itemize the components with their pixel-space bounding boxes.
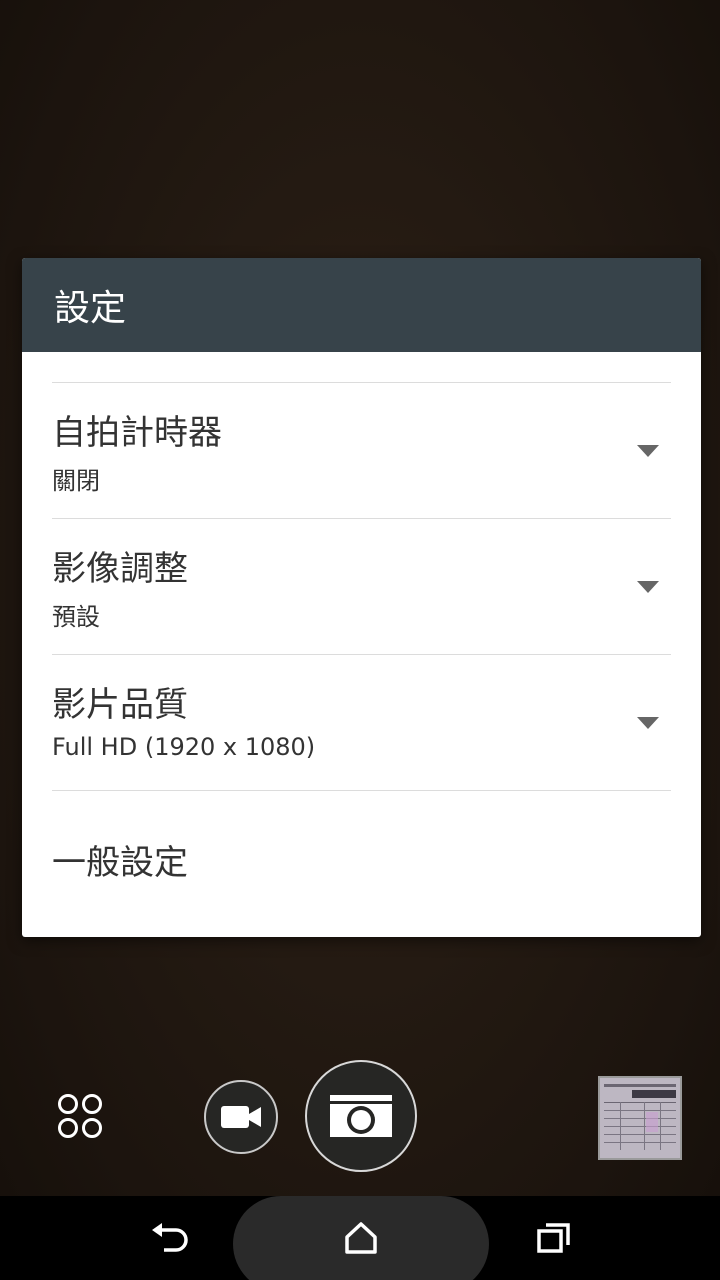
back-icon: [152, 1223, 188, 1252]
shutter-button[interactable]: [305, 1060, 417, 1172]
video-mode-button[interactable]: [204, 1080, 278, 1154]
dropdown-arrow-icon[interactable]: [637, 445, 659, 457]
settings-list: 自拍計時器 關閉 影像調整 預設 影片品質 Full HD (1920 x 10…: [52, 382, 671, 927]
setting-label: 自拍計時器: [52, 413, 222, 453]
dialog-header: 設定: [22, 258, 701, 352]
video-camera-icon: [221, 1106, 261, 1128]
gallery-thumbnail[interactable]: [598, 1076, 682, 1160]
dialog-title: 設定: [54, 288, 127, 329]
setting-value: 預設: [52, 603, 100, 631]
setting-value: Full HD (1920 x 1080): [52, 733, 316, 761]
setting-image-adjustment[interactable]: 影像調整 預設: [52, 519, 671, 655]
navigation-bar: [0, 1196, 720, 1280]
dropdown-arrow-icon[interactable]: [637, 581, 659, 593]
setting-self-timer[interactable]: 自拍計時器 關閉: [52, 383, 671, 519]
document-preview-image: [600, 1078, 680, 1158]
recent-apps-button[interactable]: [532, 1218, 576, 1258]
setting-general[interactable]: 一般設定: [52, 791, 671, 927]
home-icon: [345, 1222, 377, 1254]
setting-label: 影像調整: [52, 549, 188, 589]
back-button[interactable]: [148, 1218, 192, 1258]
setting-value: 關閉: [52, 467, 100, 495]
setting-label: 一般設定: [52, 843, 188, 883]
apps-icon[interactable]: [58, 1094, 106, 1142]
settings-dialog: 設定 自拍計時器 關閉 影像調整 預設 影片品質 Full HD (1920 x…: [22, 258, 701, 937]
dropdown-arrow-icon[interactable]: [637, 717, 659, 729]
setting-video-quality[interactable]: 影片品質 Full HD (1920 x 1080): [52, 655, 671, 791]
setting-label: 影片品質: [52, 685, 188, 725]
camera-shutter-icon: [330, 1095, 392, 1137]
recent-apps-icon: [537, 1223, 570, 1253]
home-button[interactable]: [339, 1218, 383, 1258]
